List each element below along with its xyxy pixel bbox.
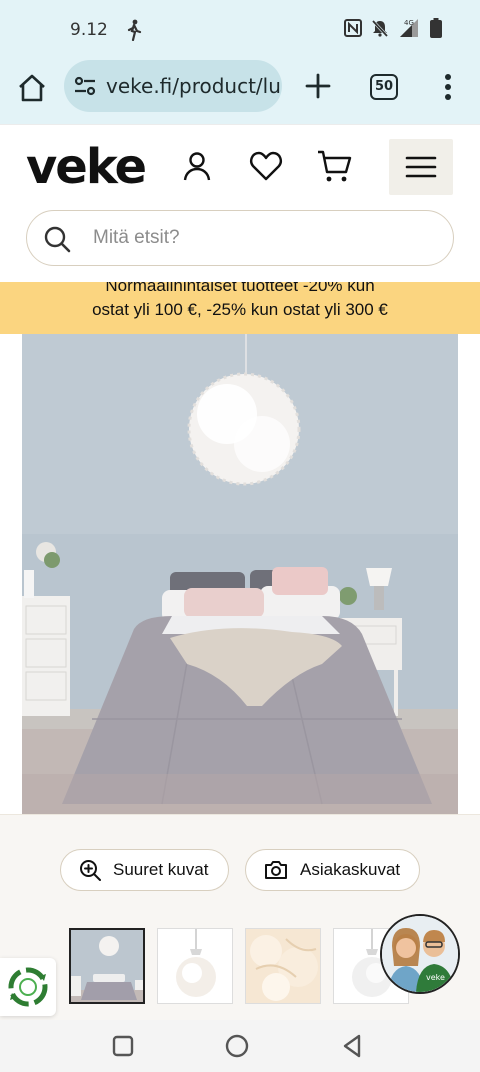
hamburger-menu-button[interactable]	[389, 139, 453, 195]
tab-switcher-icon[interactable]: 50	[370, 74, 398, 100]
walk-icon	[127, 19, 142, 41]
url-text[interactable]: veke.fi/product/lu	[106, 74, 281, 98]
url-bar[interactable]: veke.fi/product/lu	[64, 60, 282, 112]
large-images-button[interactable]: Suuret kuvat	[60, 849, 229, 891]
large-images-label: Suuret kuvat	[113, 860, 209, 879]
gallery-actions: Suuret kuvat Asiakaskuvat	[0, 814, 480, 914]
system-nav-bar	[0, 1020, 480, 1072]
promo-banner: Normaalihintaiset tuotteet -20% kun osta…	[0, 282, 480, 334]
home-circle-icon[interactable]	[223, 1032, 251, 1060]
status-time: 9.12	[70, 20, 108, 40]
search-bar[interactable]	[26, 210, 454, 266]
cart-icon[interactable]	[317, 149, 353, 183]
heart-icon[interactable]	[249, 149, 283, 183]
back-icon[interactable]	[339, 1032, 367, 1060]
customer-images-button[interactable]: Asiakaskuvat	[245, 849, 420, 891]
veke-logo[interactable]: veke	[26, 139, 147, 195]
plus-icon[interactable]	[304, 72, 332, 100]
customer-images-label: Asiakaskuvat	[300, 860, 401, 879]
browser-toolbar: veke.fi/product/lu 50	[0, 58, 480, 124]
network-label: 4G	[404, 19, 414, 27]
more-vert-icon[interactable]	[438, 72, 458, 102]
home-icon[interactable]	[16, 72, 48, 104]
promo-line-1: Normaalihintaiset tuotteet -20% kun	[105, 282, 375, 295]
mute-icon	[371, 19, 389, 38]
battery-icon	[430, 18, 442, 38]
chat-avatar-label: veke	[426, 973, 445, 982]
tune-icon[interactable]	[74, 76, 96, 96]
search-icon[interactable]	[43, 225, 71, 253]
chat-avatar-button[interactable]: veke	[380, 914, 460, 994]
product-image-area	[0, 334, 480, 814]
camera-icon	[265, 861, 287, 879]
account-icon[interactable]	[180, 149, 214, 183]
status-icons: 4G	[344, 18, 442, 38]
recents-icon[interactable]	[109, 1032, 137, 1060]
product-image[interactable]	[22, 334, 458, 814]
hamburger-icon	[405, 156, 437, 178]
thumbnail-strip: veke	[0, 914, 480, 1020]
recycle-icon	[8, 967, 48, 1007]
site-header: veke	[0, 124, 480, 282]
signal-icon: 4G	[400, 19, 418, 37]
status-bar: 9.12 4G	[0, 0, 480, 58]
thumbnail-bedroom-scene[interactable]	[69, 928, 145, 1004]
zoom-in-icon	[80, 860, 101, 881]
thumbnail-pendant-lamp-white[interactable]	[157, 928, 233, 1004]
promo-line-2: ostat yli 100 €, -25% kun ostat yli 300 …	[92, 300, 388, 319]
eco-badge[interactable]	[0, 958, 56, 1016]
nfc-icon	[344, 19, 362, 37]
thumbnail-feather-closeup[interactable]	[245, 928, 321, 1004]
search-input[interactable]	[93, 211, 433, 264]
